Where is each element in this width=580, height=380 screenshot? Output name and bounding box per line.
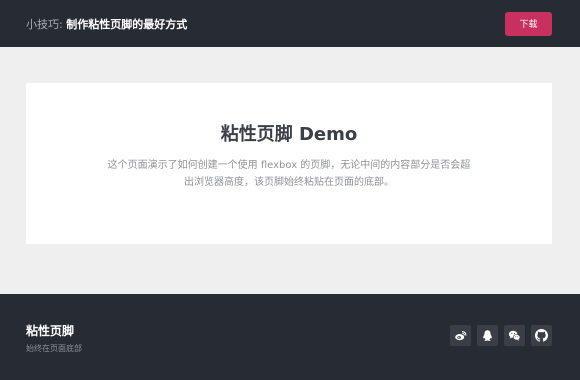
top-nav: 小技巧: 制作粘性页脚的最好方式 下载 xyxy=(0,0,580,47)
qq-link[interactable] xyxy=(477,325,498,346)
social-links xyxy=(450,325,552,346)
page-heading: 小技巧: 制作粘性页脚的最好方式 xyxy=(26,16,187,32)
heading-main: 制作粘性页脚的最好方式 xyxy=(66,17,188,31)
footer-subtitle: 始终在页面底部 xyxy=(26,344,82,353)
github-icon xyxy=(535,329,548,342)
wechat-link[interactable] xyxy=(504,325,525,346)
content-card: 粘性页脚 Demo 这个页面演示了如何创建一个使用 flexbox 的页脚，无论… xyxy=(26,83,552,244)
footer: 粘性页脚 始终在页面底部 xyxy=(0,294,580,380)
footer-title: 粘性页脚 xyxy=(26,324,75,338)
card-title: 粘性页脚 Demo xyxy=(220,124,358,145)
download-button[interactable]: 下载 xyxy=(505,11,552,36)
qq-icon xyxy=(483,330,492,341)
weibo-icon xyxy=(455,331,467,341)
github-link[interactable] xyxy=(531,325,552,346)
weibo-link[interactable] xyxy=(450,325,471,346)
heading-prefix: 小技巧: xyxy=(26,17,67,31)
card-description: 这个页面演示了如何创建一个使用 flexbox 的页脚，无论中间的内容部分是否会… xyxy=(107,160,471,188)
wechat-icon xyxy=(508,330,521,341)
